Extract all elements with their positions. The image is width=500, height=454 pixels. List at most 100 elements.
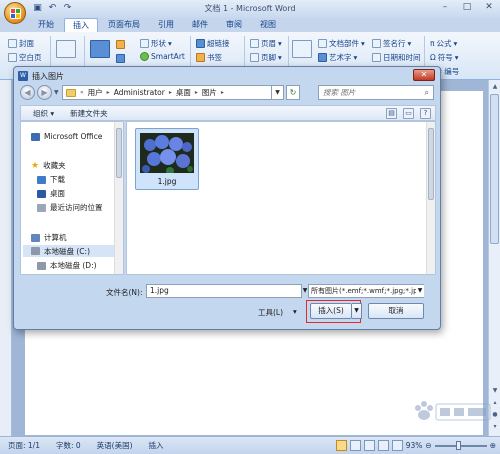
recent-pages-dropdown-icon[interactable]: ▼ xyxy=(54,89,59,96)
maximize-icon[interactable]: □ xyxy=(456,0,478,14)
dialog-close-button[interactable]: ✕ xyxy=(413,69,435,81)
cancel-button[interactable]: 取消 xyxy=(368,303,424,319)
ribbon-tabs: 开始 插入 页面布局 引用 邮件 审阅 视图 xyxy=(30,18,284,32)
insert-dropdown-icon[interactable]: ▼ xyxy=(352,303,362,319)
breadcrumb-administrator[interactable]: Administrator xyxy=(114,88,165,97)
footer-icon xyxy=(250,53,259,62)
tab-view[interactable]: 视图 xyxy=(252,18,284,32)
chart-button[interactable] xyxy=(116,54,125,63)
organize-menu[interactable]: 组织 ▾ xyxy=(33,108,54,119)
tab-references[interactable]: 引用 xyxy=(150,18,182,32)
clipart-button[interactable] xyxy=(116,40,125,49)
vertical-scrollbar[interactable]: ▲ ▼ ▴ ● ▾ xyxy=(488,80,500,436)
scroll-down-icon[interactable]: ▼ xyxy=(490,386,500,396)
scroll-up-icon[interactable]: ▲ xyxy=(490,82,500,92)
nav-item-disk-c[interactable]: 本地磁盘 (C:) xyxy=(23,245,115,257)
help-icon[interactable]: ? xyxy=(420,108,431,119)
header-button[interactable]: 页眉 ▾ xyxy=(250,38,282,49)
pi-icon: π xyxy=(430,39,435,48)
file-name: 1.jpg xyxy=(157,177,177,186)
symbol-button[interactable]: Ω 符号 ▾ xyxy=(430,52,459,63)
zoom-out-icon[interactable]: ⊖ xyxy=(425,441,431,450)
back-icon[interactable]: ◀ xyxy=(20,85,35,100)
office-folder-icon xyxy=(31,132,40,141)
full-screen-reading-icon[interactable] xyxy=(349,440,361,451)
tools-menu[interactable]: 工具(L) ▾ xyxy=(258,307,297,318)
shapes-button[interactable]: 形状 ▾ xyxy=(140,38,172,49)
bookmark-button[interactable]: 书签 xyxy=(196,52,222,63)
filetype-dropdown-icon[interactable]: ▼ xyxy=(416,285,424,297)
language-indicator[interactable]: 英语(美国) xyxy=(89,440,141,451)
cover-button[interactable]: 封面 xyxy=(8,38,34,49)
breadcrumb-pictures[interactable]: 图片 xyxy=(202,87,217,98)
picture-icon xyxy=(90,40,110,58)
file-list-scrollbar[interactable] xyxy=(426,122,435,274)
forward-icon[interactable]: ▶ xyxy=(37,85,52,100)
view-options-icon[interactable]: ▤ xyxy=(386,108,397,119)
filetype-select[interactable]: 所有图片(*.emf;*.wmf;*.jpg;*.jp xyxy=(308,284,424,298)
nav-item-desktop[interactable]: 桌面 xyxy=(37,188,65,199)
address-dropdown-icon[interactable]: ▼ xyxy=(272,85,284,100)
tab-review[interactable]: 审阅 xyxy=(218,18,250,32)
draft-icon[interactable] xyxy=(391,440,403,451)
search-input[interactable] xyxy=(323,88,413,97)
textbox-button[interactable] xyxy=(292,40,312,58)
zoom-in-icon[interactable]: ⊕ xyxy=(490,441,496,450)
datetime-button[interactable]: 日期和时间 xyxy=(372,52,421,63)
page-count[interactable]: 页面: 1/1 xyxy=(0,440,48,451)
minimize-icon[interactable]: – xyxy=(434,0,456,14)
tab-insert[interactable]: 插入 xyxy=(64,18,98,32)
nav-item-recent-places[interactable]: 最近访问的位置 xyxy=(37,202,103,213)
scrollbar-thumb[interactable] xyxy=(490,94,499,244)
hyperlink-button[interactable]: 超链接 xyxy=(196,38,230,49)
scrollbar-thumb[interactable] xyxy=(428,128,434,200)
wordart-button[interactable]: 艺术字 ▾ xyxy=(318,52,357,63)
signature-line-button[interactable]: 签名行 ▾ xyxy=(372,38,411,49)
zoom-level[interactable]: 93% xyxy=(406,441,423,450)
cover-icon xyxy=(8,39,17,48)
blank-page-button[interactable]: 空白页 xyxy=(8,52,42,63)
breadcrumb-desktop[interactable]: 桌面 xyxy=(176,87,191,98)
nav-item-microsoft-office[interactable]: Microsoft Office xyxy=(31,132,102,141)
quickparts-button[interactable]: 文档部件 ▾ xyxy=(318,38,365,49)
zoom-slider-knob[interactable] xyxy=(456,440,462,450)
insert-button[interactable]: 插入(S) xyxy=(310,303,352,319)
omega-icon: Ω xyxy=(430,53,436,62)
address-bar[interactable]: « 用户 ▸ Administrator ▸ 桌面 ▸ 图片 ▸ xyxy=(62,85,272,100)
print-layout-icon[interactable] xyxy=(335,440,347,451)
web-layout-icon[interactable] xyxy=(363,440,375,451)
tab-mailings[interactable]: 邮件 xyxy=(184,18,216,32)
hard-disk-icon xyxy=(37,261,46,270)
new-folder-button[interactable]: 新建文件夹 xyxy=(70,108,108,119)
preview-pane-icon[interactable]: ▭ xyxy=(403,108,414,119)
window-controls: – □ ✕ xyxy=(434,0,500,14)
table-button[interactable] xyxy=(56,40,76,58)
close-icon[interactable]: ✕ xyxy=(478,0,500,14)
word-count[interactable]: 字数: 0 xyxy=(48,440,89,451)
equation-button[interactable]: π 公式 ▾ xyxy=(430,38,457,49)
bookmark-icon xyxy=(196,53,205,62)
wordart-icon xyxy=(318,53,327,62)
smartart-button[interactable]: SmartArt xyxy=(140,52,185,61)
footer-button[interactable]: 页脚 ▾ xyxy=(250,52,282,63)
outline-icon[interactable] xyxy=(377,440,389,451)
insert-picture-dialog: W 插入图片 ✕ ◀ ▶ ▼ « 用户 ▸ Administrator ▸ 桌面… xyxy=(13,66,441,330)
nav-item-downloads[interactable]: 下载 xyxy=(37,174,65,185)
scrollbar-thumb[interactable] xyxy=(116,128,122,178)
breadcrumb-users[interactable]: 用户 xyxy=(88,87,103,98)
nav-pane-scrollbar[interactable] xyxy=(114,122,123,274)
insert-mode[interactable]: 插入 xyxy=(141,440,172,451)
nav-item-favorites[interactable]: ★ 收藏夹 xyxy=(31,160,66,171)
tab-home[interactable]: 开始 xyxy=(30,18,62,32)
office-logo-icon xyxy=(10,8,21,19)
nav-item-computer[interactable]: 计算机 xyxy=(31,232,67,243)
search-icon[interactable]: ⌕ xyxy=(425,88,429,98)
office-button[interactable] xyxy=(4,2,26,24)
nav-item-disk-d[interactable]: 本地磁盘 (D:) xyxy=(37,260,97,271)
tab-page-layout[interactable]: 页面布局 xyxy=(100,18,148,32)
filename-input[interactable]: 1.jpg xyxy=(146,284,302,298)
file-item[interactable]: 1.jpg xyxy=(135,128,199,190)
zoom-slider[interactable] xyxy=(434,440,487,450)
picture-button[interactable] xyxy=(90,40,110,58)
refresh-icon[interactable]: ↻ xyxy=(286,85,300,100)
